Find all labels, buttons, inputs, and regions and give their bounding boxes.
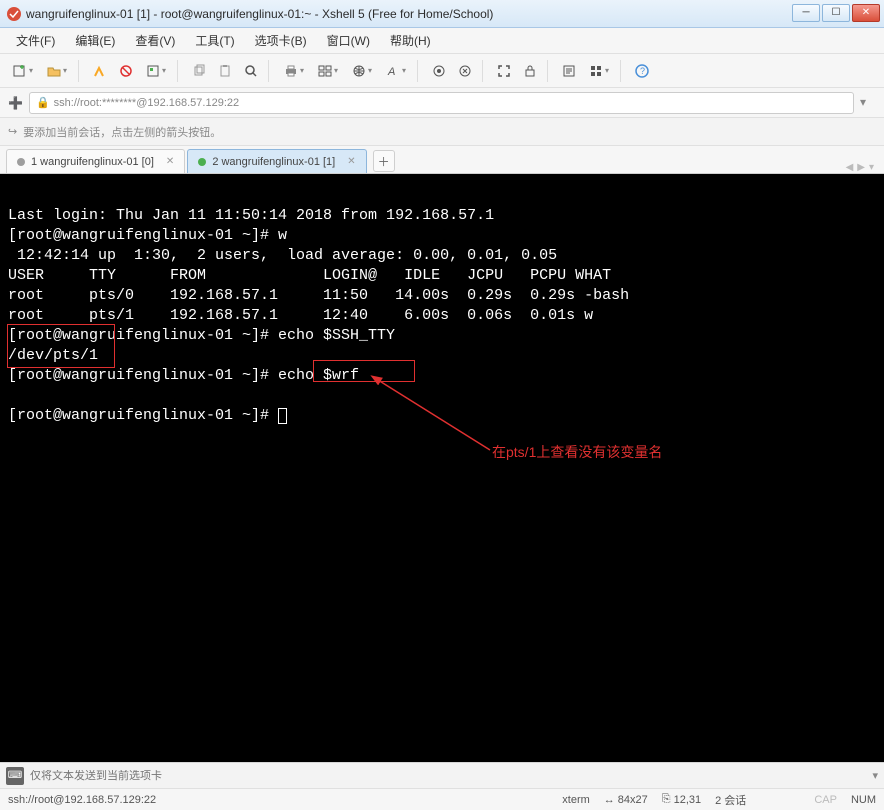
compose-dropdown-icon[interactable]: ▾ bbox=[872, 769, 878, 782]
tab-strip: 1 wangruifenglinux-01 [0] ✕ 2 wangruifen… bbox=[0, 146, 884, 174]
separator bbox=[78, 60, 79, 82]
view-button[interactable] bbox=[313, 60, 343, 82]
address-url: ssh://root:********@192.168.57.129:22 bbox=[54, 97, 239, 109]
print-button[interactable] bbox=[279, 60, 309, 82]
menu-edit[interactable]: 编辑(E) bbox=[67, 29, 123, 52]
menu-file[interactable]: 文件(F) bbox=[8, 29, 63, 52]
tab-close-icon[interactable]: ✕ bbox=[166, 156, 174, 167]
help-button[interactable]: ? bbox=[631, 60, 653, 82]
tab-prev-icon[interactable]: ◀ bbox=[846, 162, 854, 173]
status-sessions: 2 会话 bbox=[715, 792, 746, 808]
terminal-output[interactable]: Last login: Thu Jan 11 11:50:14 2018 fro… bbox=[0, 174, 884, 434]
xagent-button[interactable] bbox=[428, 60, 450, 82]
tab-session-0[interactable]: 1 wangruifenglinux-01 [0] ✕ bbox=[6, 149, 185, 173]
status-num: NUM bbox=[851, 794, 876, 806]
tab-label: 1 wangruifenglinux-01 [0] bbox=[31, 156, 154, 168]
compose-bar: ⌨ ▾ bbox=[0, 762, 884, 788]
font-button[interactable]: A bbox=[381, 60, 411, 82]
history-button[interactable] bbox=[558, 60, 580, 82]
status-term: xterm bbox=[562, 794, 590, 806]
new-session-button[interactable] bbox=[8, 60, 38, 82]
open-button[interactable] bbox=[42, 60, 72, 82]
separator bbox=[268, 60, 269, 82]
lock-icon: 🔒 bbox=[36, 96, 50, 109]
xftp-button[interactable] bbox=[454, 60, 476, 82]
paste-button[interactable] bbox=[214, 60, 236, 82]
tab-next-icon[interactable]: ▶ bbox=[857, 162, 865, 173]
terminal-area[interactable]: Last login: Thu Jan 11 11:50:14 2018 fro… bbox=[0, 174, 884, 762]
tab-nav: ◀ ▶ ▾ bbox=[846, 162, 878, 173]
menu-help[interactable]: 帮助(H) bbox=[382, 29, 439, 52]
hint-bar: ↪ 要添加当前会话，点击左侧的箭头按钮。 bbox=[0, 118, 884, 146]
compose-button[interactable] bbox=[584, 60, 614, 82]
svg-text:A: A bbox=[387, 66, 395, 78]
separator bbox=[547, 60, 548, 82]
copy-button[interactable] bbox=[188, 60, 210, 82]
status-pos: ⎘12,31 bbox=[662, 793, 701, 806]
tab-session-1[interactable]: 2 wangruifenglinux-01 [1] ✕ bbox=[187, 149, 366, 173]
menubar: 文件(F) 编辑(E) 查看(V) 工具(T) 选项卡(B) 窗口(W) 帮助(… bbox=[0, 28, 884, 54]
status-connection: ssh://root@192.168.57.129:22 bbox=[8, 794, 156, 806]
separator bbox=[620, 60, 621, 82]
separator bbox=[482, 60, 483, 82]
status-bar: ssh://root@192.168.57.129:22 xterm ↔84x2… bbox=[0, 788, 884, 810]
annotation-text: 在pts/1上查看没有该变量名 bbox=[492, 442, 662, 462]
menu-tools[interactable]: 工具(T) bbox=[187, 29, 242, 52]
toolbar: A ? bbox=[0, 54, 884, 88]
tab-close-icon[interactable]: ✕ bbox=[347, 156, 355, 167]
status-dot-icon bbox=[17, 158, 25, 166]
new-tab-button[interactable]: ＋ bbox=[373, 150, 395, 172]
minimize-button[interactable]: ─ bbox=[792, 4, 820, 22]
titlebar: wangruifenglinux-01 [1] - root@wangruife… bbox=[0, 0, 884, 28]
status-dot-icon bbox=[198, 158, 206, 166]
compose-input[interactable] bbox=[30, 770, 866, 782]
close-button[interactable]: ✕ bbox=[852, 4, 880, 22]
separator bbox=[177, 60, 178, 82]
hint-icon: ↪ bbox=[8, 125, 17, 138]
pos-icon: ⎘ bbox=[662, 793, 671, 806]
encoding-button[interactable] bbox=[347, 60, 377, 82]
tab-label: 2 wangruifenglinux-01 [1] bbox=[212, 156, 335, 168]
window-title: wangruifenglinux-01 [1] - root@wangruife… bbox=[26, 7, 792, 21]
status-cap: CAP bbox=[814, 794, 837, 806]
profile-button[interactable] bbox=[141, 60, 171, 82]
menu-view[interactable]: 查看(V) bbox=[127, 29, 183, 52]
menu-tab[interactable]: 选项卡(B) bbox=[247, 29, 315, 52]
compose-icon[interactable]: ⌨ bbox=[6, 767, 24, 785]
address-bar: ➕ 🔒 ssh://root:********@192.168.57.129:2… bbox=[0, 88, 884, 118]
fullscreen-button[interactable] bbox=[493, 60, 515, 82]
size-icon: ↔ bbox=[604, 794, 615, 806]
reconnect-button[interactable] bbox=[89, 60, 111, 82]
lock-button[interactable] bbox=[519, 60, 541, 82]
app-icon bbox=[6, 6, 22, 22]
maximize-button[interactable]: ☐ bbox=[822, 4, 850, 22]
address-input[interactable]: 🔒 ssh://root:********@192.168.57.129:22 bbox=[29, 92, 854, 114]
add-session-icon[interactable]: ➕ bbox=[8, 96, 23, 110]
tab-list-icon[interactable]: ▾ bbox=[869, 162, 874, 173]
window-controls: ─ ☐ ✕ bbox=[792, 4, 880, 24]
find-button[interactable] bbox=[240, 60, 262, 82]
hint-text: 要添加当前会话，点击左侧的箭头按钮。 bbox=[23, 124, 221, 140]
svg-text:?: ? bbox=[640, 66, 645, 76]
address-dropdown-icon[interactable]: ▾ bbox=[860, 95, 876, 111]
disconnect-button[interactable] bbox=[115, 60, 137, 82]
status-size: ↔84x27 bbox=[604, 794, 648, 806]
separator bbox=[417, 60, 418, 82]
menu-window[interactable]: 窗口(W) bbox=[319, 29, 378, 52]
